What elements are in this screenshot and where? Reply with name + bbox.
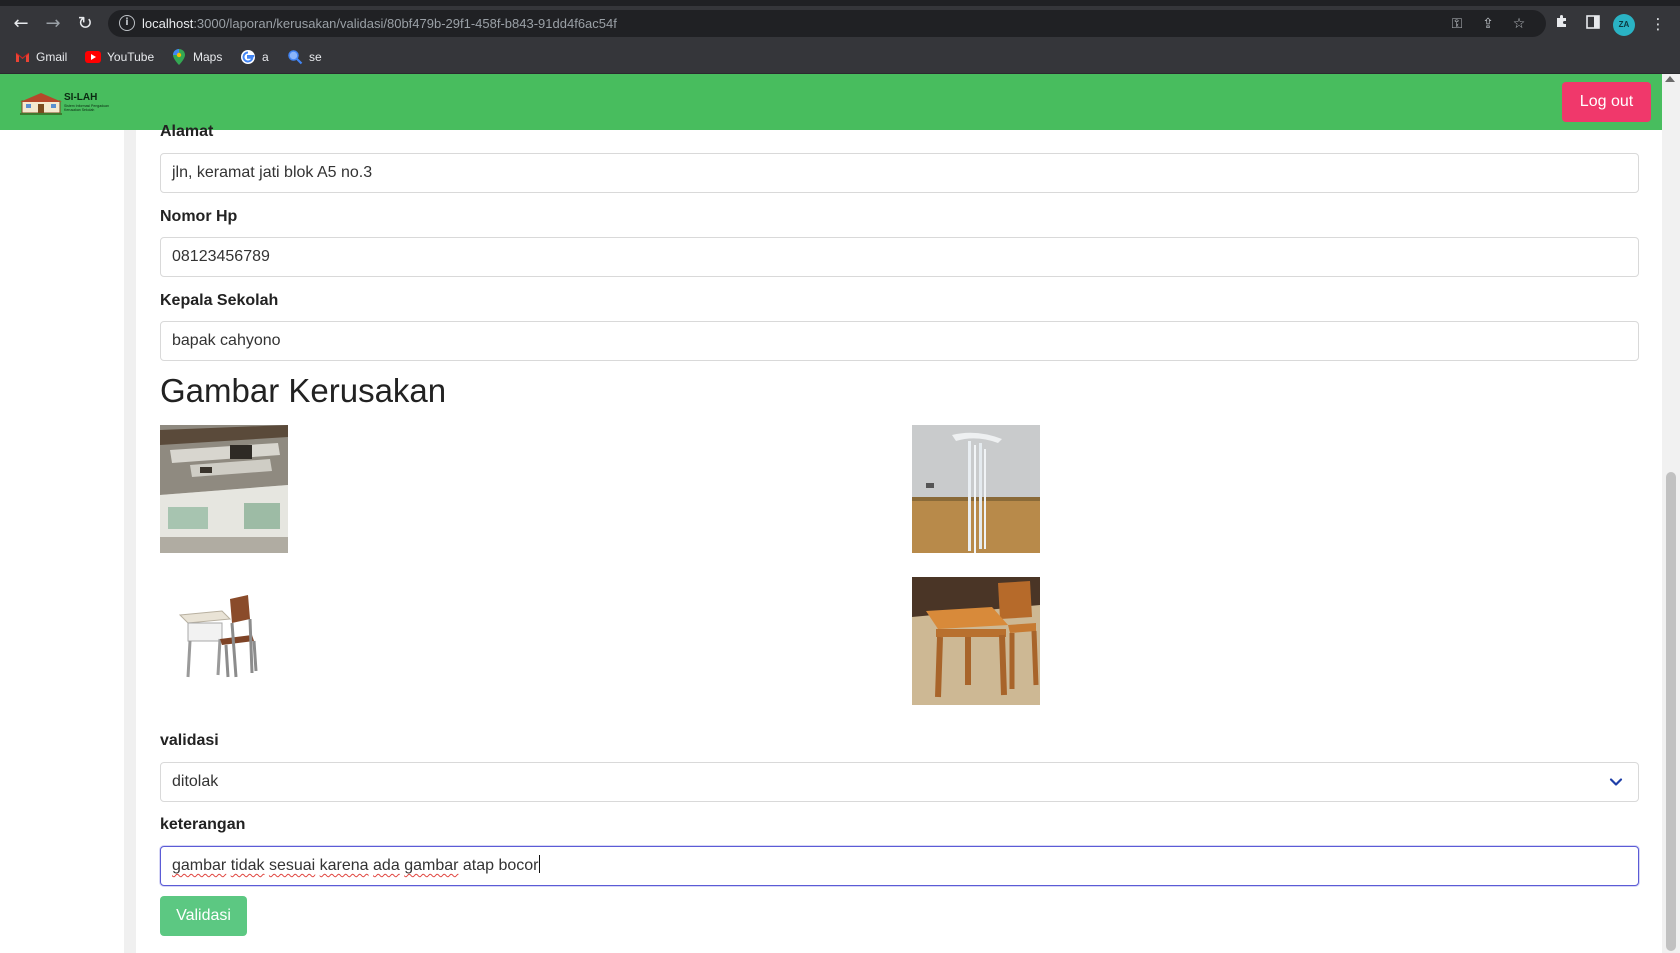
keterangan-word: gambar — [172, 857, 227, 874]
bookmark-star-icon[interactable]: ☆ — [1509, 14, 1529, 34]
address-bar[interactable]: i localhost:3000/laporan/kerusakan/valid… — [108, 10, 1546, 37]
profile-avatar[interactable]: ZA — [1613, 14, 1635, 36]
bookmark-a[interactable]: a — [240, 40, 269, 74]
bookmark-se[interactable]: se — [287, 40, 322, 74]
bookmark-label: Gmail — [36, 50, 68, 64]
keterangan-word: atap — [462, 857, 495, 874]
keterangan-field[interactable]: gambar tidak sesuai karena ada gambar at… — [160, 846, 1639, 886]
youtube-icon — [85, 49, 101, 65]
search-icon — [287, 49, 303, 65]
bookmarks-bar: Gmail YouTube Maps a se — [0, 40, 1680, 74]
keterangan-word: bocor — [498, 857, 539, 874]
extensions-icon[interactable] — [1551, 13, 1573, 35]
app-logo[interactable]: SI-LAH Sistem Informasi Pengaduan Kerusa… — [20, 90, 120, 116]
app-header: SI-LAH Sistem Informasi Pengaduan Kerusa… — [0, 74, 1662, 130]
school-logo-icon — [20, 93, 62, 115]
validasi-selected-value: ditolak — [172, 773, 219, 790]
validasi-select[interactable]: ditolak — [160, 762, 1639, 802]
browser-toolbar: ← → ↻ i localhost:3000/laporan/kerusakan… — [0, 6, 1680, 40]
gallery-title: Gambar Kerusakan — [160, 372, 447, 409]
reload-icon[interactable]: ↻ — [73, 12, 97, 36]
gmail-icon — [14, 49, 30, 65]
text-caret — [538, 855, 540, 873]
chevron-down-icon — [1609, 778, 1623, 786]
kepala-sekolah-label: Kepala Sekolah — [160, 292, 279, 309]
keterangan-word: gambar — [404, 857, 459, 874]
keterangan-label: keterangan — [160, 816, 246, 833]
nomor-hp-field[interactable]: 08123456789 — [160, 237, 1639, 277]
url-host: localhost — [142, 16, 194, 31]
bookmark-label: se — [309, 50, 322, 64]
google-icon — [240, 49, 256, 65]
bookmark-label: YouTube — [107, 50, 155, 64]
site-info-icon[interactable]: i — [119, 15, 135, 31]
alamat-field[interactable]: jln, keramat jati blok A5 no.3 — [160, 153, 1639, 193]
keterangan-word: ada — [373, 857, 400, 874]
forward-arrow-icon[interactable]: → — [41, 12, 65, 36]
key-icon[interactable]: ⚿ — [1447, 14, 1467, 34]
wooden-desk-chair-image[interactable] — [912, 577, 1040, 705]
logout-button[interactable]: Log out — [1562, 82, 1651, 122]
keterangan-word: karena — [319, 857, 369, 874]
validasi-submit-button[interactable]: Validasi — [160, 896, 247, 936]
share-icon[interactable]: ⇪ — [1478, 14, 1498, 34]
student-desk-chair-image[interactable] — [160, 577, 288, 705]
scrollbar-thumb[interactable] — [1666, 472, 1676, 951]
menu-kebab-icon[interactable]: ⋮ — [1647, 13, 1669, 35]
logo-subtitle: Sistem Informasi Pengaduan Kerusakan Sek… — [64, 104, 109, 112]
url-path: :3000/laporan/kerusakan/validasi/80bf479… — [193, 16, 617, 31]
bookmark-label: Maps — [193, 50, 223, 64]
scroll-up-arrow-icon[interactable] — [1665, 76, 1675, 82]
bookmark-maps[interactable]: Maps — [171, 40, 222, 74]
validasi-label: validasi — [160, 732, 219, 749]
back-arrow-icon[interactable]: ← — [9, 12, 33, 36]
bookmark-youtube[interactable]: YouTube — [85, 40, 154, 74]
leaking-ceiling-image[interactable] — [912, 425, 1040, 553]
bookmark-gmail[interactable]: Gmail — [14, 40, 67, 74]
content-left-edge — [124, 130, 136, 953]
bookmark-label: a — [262, 50, 269, 64]
side-panel-icon[interactable] — [1582, 13, 1604, 35]
keterangan-word: sesuai — [268, 857, 316, 874]
alamat-label: Alamat — [160, 123, 214, 140]
maps-icon — [171, 49, 187, 65]
logo-title: SI-LAH — [64, 92, 98, 103]
url-text[interactable]: localhost:3000/laporan/kerusakan/validas… — [142, 16, 617, 31]
damaged-ceiling-image[interactable] — [160, 425, 288, 553]
nomor-hp-label: Nomor Hp — [160, 208, 238, 225]
keterangan-word: tidak — [230, 857, 265, 874]
kepala-sekolah-field[interactable]: bapak cahyono — [160, 321, 1639, 361]
